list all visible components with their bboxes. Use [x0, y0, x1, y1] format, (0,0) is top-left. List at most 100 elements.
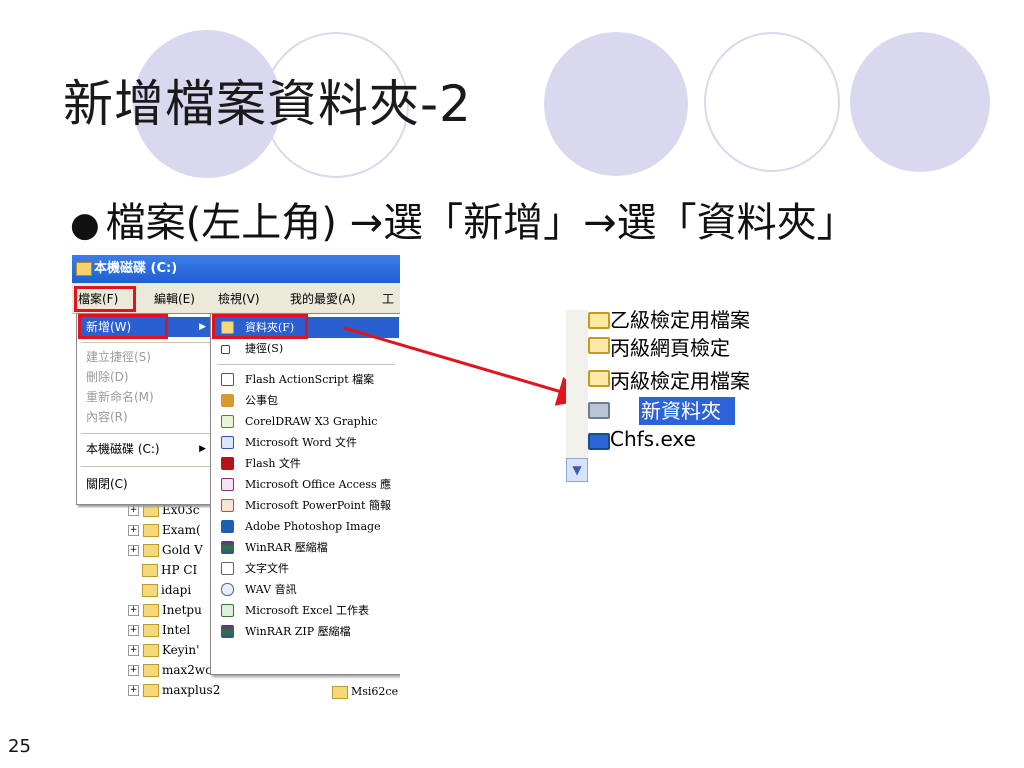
expand-icon[interactable]: +	[128, 505, 139, 516]
winrar-zip-icon	[221, 625, 234, 638]
folder-icon	[143, 684, 159, 697]
folder-icon	[143, 604, 159, 617]
highlight-new-item	[78, 314, 168, 339]
list-item[interactable]: 丙級網頁檢定	[588, 332, 730, 361]
folder-icon	[588, 337, 610, 354]
hfs-icon	[588, 433, 610, 450]
folder-icon	[588, 312, 610, 329]
expand-icon[interactable]: +	[128, 685, 139, 696]
submenu-item-winrar[interactable]: WinRAR 壓縮檔	[213, 537, 399, 558]
tree-row[interactable]: + Keyin'	[128, 643, 199, 663]
menu-favorites[interactable]: 我的最愛(A)	[290, 290, 356, 307]
list-item[interactable]: 丙級檢定用檔案	[588, 365, 750, 394]
menu-separator	[81, 433, 211, 434]
menu-item-properties[interactable]: 內容(R)	[80, 407, 212, 427]
explorer-window: 本機磁碟 (C:) 檔案(F) 編輯(E) 檢視(V) 我的最愛(A) 工 + E…	[72, 255, 400, 717]
bullet-instruction: ● 檔案(左上角) →選「新增」→選「資料夾」	[70, 190, 857, 248]
drive-folder-icon	[76, 262, 92, 276]
window-title: 本機磁碟 (C:)	[94, 261, 178, 276]
decor-circle-3	[544, 32, 688, 176]
decor-circle-5	[850, 32, 990, 172]
menu-item-rename[interactable]: 重新命名(M)	[80, 387, 212, 407]
tree-row[interactable]: + Intel	[128, 623, 190, 643]
folder-icon	[143, 664, 159, 677]
submenu-item-coreldraw[interactable]: CorelDRAW X3 Graphic	[213, 411, 399, 432]
menu-separator	[81, 466, 211, 467]
winrar-icon	[221, 541, 234, 554]
tree-row[interactable]: + Gold V	[128, 543, 203, 563]
folder-icon	[143, 524, 159, 537]
submenu-item-photoshop[interactable]: Adobe Photoshop Image	[213, 516, 399, 537]
highlight-file-menu	[74, 286, 136, 312]
menu-separator	[81, 342, 211, 343]
submenu-item-shortcut[interactable]: 捷徑(S)	[213, 338, 399, 359]
powerpoint-icon	[221, 499, 234, 512]
expand-icon[interactable]: +	[128, 545, 139, 556]
bullet-dot-icon: ●	[70, 205, 100, 245]
photoshop-icon	[221, 520, 234, 533]
tree-row[interactable]: + Ex03c	[128, 503, 200, 523]
menu-item-drive[interactable]: 本機磁碟 (C:) ▶	[80, 439, 212, 459]
tree-row[interactable]: HP CI	[142, 563, 197, 583]
actionscript-icon	[221, 373, 234, 386]
folder-icon	[142, 564, 158, 577]
submenu-item-text[interactable]: 文字文件	[213, 558, 399, 579]
submenu-item-winrar-zip[interactable]: WinRAR ZIP 壓縮檔	[213, 621, 399, 642]
folder-icon	[142, 584, 158, 597]
expand-icon[interactable]: +	[128, 605, 139, 616]
scroll-down-icon[interactable]: ▼	[566, 458, 588, 482]
access-icon	[221, 478, 234, 491]
submenu-item-actionscript[interactable]: Flash ActionScript 檔案	[213, 369, 399, 390]
submenu-item-briefcase[interactable]: 公事包	[213, 390, 399, 411]
submenu-item-access[interactable]: Microsoft Office Access 應	[213, 474, 399, 495]
menu-view[interactable]: 檢視(V)	[218, 290, 260, 307]
list-item[interactable]: 乙級檢定用檔案	[588, 310, 750, 333]
expand-icon[interactable]: +	[128, 625, 139, 636]
menu-item-create-shortcut[interactable]: 建立捷徑(S)	[80, 347, 212, 367]
submenu-item-wav[interactable]: WAV 音訊	[213, 579, 399, 600]
submenu-item-excel[interactable]: Microsoft Excel 工作表	[213, 600, 399, 621]
decor-circle-4	[704, 32, 840, 172]
menu-separator	[217, 364, 395, 365]
page-number: 25	[8, 736, 31, 757]
explorer-title-bar: 本機磁碟 (C:)	[72, 255, 400, 283]
submenu-item-powerpoint[interactable]: Microsoft PowerPoint 簡報	[213, 495, 399, 516]
briefcase-icon	[221, 394, 234, 407]
submenu-item-word[interactable]: Microsoft Word 文件	[213, 432, 399, 453]
folder-icon	[588, 370, 610, 387]
folder-icon	[332, 685, 348, 699]
tree-row[interactable]: + Exam(	[128, 523, 201, 543]
shortcut-icon	[221, 345, 230, 354]
bullet-text: 檔案(左上角) →選「新增」→選「資料夾」	[105, 200, 857, 246]
scrollbar-track[interactable]	[566, 310, 588, 458]
tree-row[interactable]: idapi	[142, 583, 191, 603]
tree-row[interactable]: + maxplus2	[128, 683, 220, 703]
folder-icon	[143, 624, 159, 637]
menu-tools[interactable]: 工	[382, 290, 394, 307]
excel-icon	[221, 604, 234, 617]
flash-icon	[221, 457, 234, 470]
menu-item-close[interactable]: 關閉(C)	[80, 474, 212, 494]
word-icon	[221, 436, 234, 449]
new-folder-selected[interactable]: 新資料夾	[639, 397, 735, 425]
list-item[interactable]: Chfs.exe	[588, 427, 696, 451]
new-submenu: 資料夾(F) 捷徑(S) Flash ActionScript 檔案 公事包 C…	[210, 313, 400, 675]
menu-edit[interactable]: 編輯(E)	[154, 290, 195, 307]
folder-icon	[143, 544, 159, 557]
submenu-item-flash[interactable]: Flash 文件	[213, 453, 399, 474]
folder-icon	[143, 644, 159, 657]
folder-icon	[143, 504, 159, 517]
list-item[interactable]: Msi62ce	[332, 685, 398, 699]
menu-item-delete[interactable]: 刪除(D)	[80, 367, 212, 387]
submenu-arrow-icon: ▶	[199, 322, 206, 332]
submenu-arrow-icon: ▶	[199, 444, 206, 454]
audio-icon	[221, 583, 234, 596]
file-menu-dropdown: 新增(W) ▶ 建立捷徑(S) 刪除(D) 重新命名(M) 內容(R) 本機磁碟 …	[76, 313, 218, 505]
highlight-folder-item	[212, 314, 308, 339]
expand-icon[interactable]: +	[128, 645, 139, 656]
expand-icon[interactable]: +	[128, 665, 139, 676]
folder-icon	[588, 402, 610, 419]
text-icon	[221, 562, 234, 575]
tree-row[interactable]: + Inetpu	[128, 603, 202, 623]
expand-icon[interactable]: +	[128, 525, 139, 536]
